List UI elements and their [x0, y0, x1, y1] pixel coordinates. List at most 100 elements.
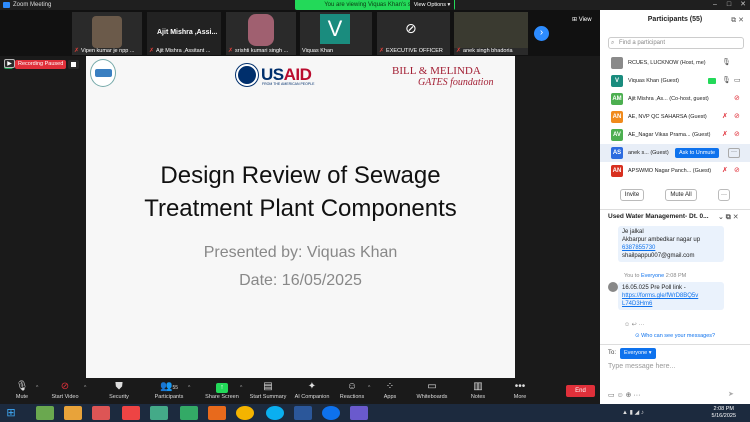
video-off-icon[interactable]: ⊘: [734, 111, 740, 123]
media-player-icon[interactable]: [92, 406, 110, 420]
share-screen-label: Share Screen: [205, 394, 239, 400]
chrome-icon[interactable]: [236, 406, 254, 420]
to-label: To:: [608, 350, 617, 356]
mic-muted-icon[interactable]: ✗: [722, 165, 728, 177]
share-screen-button[interactable]: ↑ Share Screen: [200, 380, 244, 400]
start-video-button[interactable]: ⊘ Start Video: [43, 380, 87, 400]
participants-button[interactable]: 👥55 Participants: [147, 380, 191, 400]
message-actions[interactable]: ☺ ↩ ···: [624, 321, 644, 328]
minimize-icon[interactable]: –: [708, 0, 722, 10]
system-tray-icons[interactable]: ▲ ▮ ◢ ♪: [622, 409, 644, 416]
video-off-icon[interactable]: ⊘: [734, 93, 740, 105]
firefox-icon[interactable]: [208, 406, 226, 420]
avatar: AN: [611, 111, 623, 123]
tile-name-text: srishti kumari singh ...: [235, 47, 289, 54]
video-off-icon[interactable]: ⊘: [734, 129, 740, 141]
mic-muted-icon[interactable]: ✗: [722, 129, 728, 141]
participant-row[interactable]: AV AE_Nagar Vikas Prama... (Guest) ✗ ⊘: [600, 126, 750, 144]
chat-phone-link[interactable]: 6387855730: [622, 245, 655, 251]
ask-to-unmute-button[interactable]: Ask to Unmute: [675, 148, 720, 158]
close-icon[interactable]: ✕: [738, 17, 744, 24]
video-tile[interactable]: ✗ anek singh bhadoria: [454, 12, 528, 55]
who-can-see-text: Who can see your messages?: [641, 333, 716, 339]
skype-icon[interactable]: [266, 406, 284, 420]
slide-title-line1: Design Review of Sewage: [160, 162, 441, 189]
divider: [600, 209, 750, 210]
microphone-icon[interactable]: 🎙: [722, 75, 731, 87]
participant-name: AE_Nagar Vikas Prama... (Guest): [628, 132, 711, 138]
video-tile[interactable]: Ajit Mishra ,Assi... ✗ Ajit Mishra ,Assit…: [147, 12, 221, 55]
close-icon[interactable]: ✕: [736, 0, 750, 10]
chevron-up-icon[interactable]: ^: [188, 385, 190, 391]
windows-start-icon[interactable]: ⊞: [3, 406, 19, 420]
chat-header-icons: ⌄ ⧉ ✕: [718, 214, 739, 221]
video-off-icon[interactable]: ⊘: [734, 165, 740, 177]
chat-toolbar-icons[interactable]: ▭ ☺ ⊕ ···: [608, 391, 640, 399]
notes-button[interactable]: ▥ Notes: [456, 380, 500, 400]
taskbar-app-icon[interactable]: [36, 406, 54, 420]
recipient-select[interactable]: Everyone ▾: [620, 348, 656, 359]
taskbar: ⊞ ▲ ▮ ◢ ♪ 2:08 PM 5/16/2025: [0, 404, 750, 422]
gates-logo-line2: GATES foundation: [418, 77, 494, 88]
ai-companion-button[interactable]: ✦ AI Companion: [290, 380, 334, 400]
system-clock[interactable]: 2:08 PM 5/16/2025: [712, 406, 736, 420]
mute-all-button[interactable]: Mute All: [665, 189, 697, 201]
send-icon[interactable]: ➤: [728, 390, 734, 398]
participants-label: Participants: [154, 394, 184, 400]
chat-message: Je jalkal Akbarpur ambedkar nagar up 638…: [618, 226, 724, 262]
participant-row[interactable]: AN AE, NVP QC SAHARSA (Guest) ✗ ⊘: [600, 108, 750, 126]
participant-row[interactable]: RCUES, LUCKNOW (Host, me) 🎙: [600, 54, 750, 72]
whiteboard-icon: ▭: [427, 381, 437, 392]
slide-subtitle: Presented by: Viquas Khan Date: 16/05/20…: [86, 242, 515, 292]
tile-name-text: Ajit Mishra ,Assitant ...: [156, 47, 211, 54]
word-icon[interactable]: [294, 406, 312, 420]
excel-icon[interactable]: [180, 406, 198, 420]
participant-row[interactable]: AS anek s... (Guest) Ask to Unmute ···: [600, 144, 750, 162]
video-icon[interactable]: ▭: [734, 75, 741, 87]
video-tile[interactable]: ✗ srishti kumari singh ...: [226, 12, 296, 55]
folder-icon[interactable]: [64, 406, 82, 420]
next-page-icon[interactable]: ›: [534, 26, 549, 41]
popout-icon[interactable]: ⧉: [731, 17, 736, 24]
apps-button[interactable]: ⁘ Apps: [368, 380, 412, 400]
view-button[interactable]: ⊞ View: [572, 16, 592, 23]
chat-form-link[interactable]: https://forms.gle/fWrD8BQ5v: [622, 293, 698, 299]
mic-muted-icon[interactable]: ✗: [722, 111, 728, 123]
usaid-logo: USAID FROM THE AMERICAN PEOPLE: [236, 64, 314, 86]
chevron-up-icon[interactable]: ^: [36, 385, 38, 391]
opera-icon[interactable]: [122, 406, 140, 420]
participant-row[interactable]: AM Ajit Mishra ,As... (Co-host, guest) ⊘: [600, 90, 750, 108]
chat-form-link-cont[interactable]: L74D3Hm6: [622, 301, 652, 307]
video-tile[interactable]: ⊘ ✗ EXECUTIVE OFFICER: [377, 12, 450, 55]
who-can-see-link[interactable]: ⊙ Who can see your messages?: [600, 333, 750, 339]
video-tile[interactable]: V Viquas Khan: [300, 12, 372, 55]
stop-recording-button[interactable]: [68, 60, 80, 69]
divider: [600, 344, 750, 345]
end-meeting-button[interactable]: End: [566, 385, 595, 397]
chevron-up-icon[interactable]: ^: [240, 385, 242, 391]
taskbar-app-icon[interactable]: [350, 406, 368, 420]
invite-button[interactable]: Invite: [620, 189, 644, 201]
chevron-up-icon[interactable]: ^: [84, 385, 86, 391]
maximize-icon[interactable]: □: [722, 0, 736, 10]
whiteboards-button[interactable]: ▭ Whiteboards: [410, 380, 454, 400]
participant-row[interactable]: V Viquas Khan (Guest) 🎙 ▭: [600, 72, 750, 90]
zoom-icon[interactable]: [322, 406, 340, 420]
apps-icon: ⁘: [385, 381, 395, 392]
participant-row[interactable]: AN APSWMO Nagar Panch... (Guest) ✗ ⊘: [600, 162, 750, 180]
resume-recording-button[interactable]: ▶: [4, 59, 15, 68]
taskbar-app-icon[interactable]: [150, 406, 168, 420]
microphone-icon[interactable]: 🎙: [722, 57, 731, 69]
more-options-button[interactable]: ···: [718, 189, 730, 201]
find-participant-input[interactable]: Find a participant: [608, 37, 744, 49]
more-options-button[interactable]: ···: [728, 148, 740, 158]
participant-video: [454, 12, 528, 48]
video-tile[interactable]: ✗ Vipen kumar je npp ...: [72, 12, 142, 55]
clock-date: 5/16/2025: [711, 413, 736, 419]
security-button[interactable]: ⛊ Security: [97, 380, 141, 400]
view-options-button[interactable]: View Options ▾: [410, 0, 454, 10]
tile-name-text: EXECUTIVE OFFICER: [386, 47, 443, 54]
start-summary-button[interactable]: ▤ Start Summary: [246, 380, 290, 400]
chat-input[interactable]: Type message here...: [608, 363, 675, 370]
more-button[interactable]: ••• More: [498, 380, 542, 400]
